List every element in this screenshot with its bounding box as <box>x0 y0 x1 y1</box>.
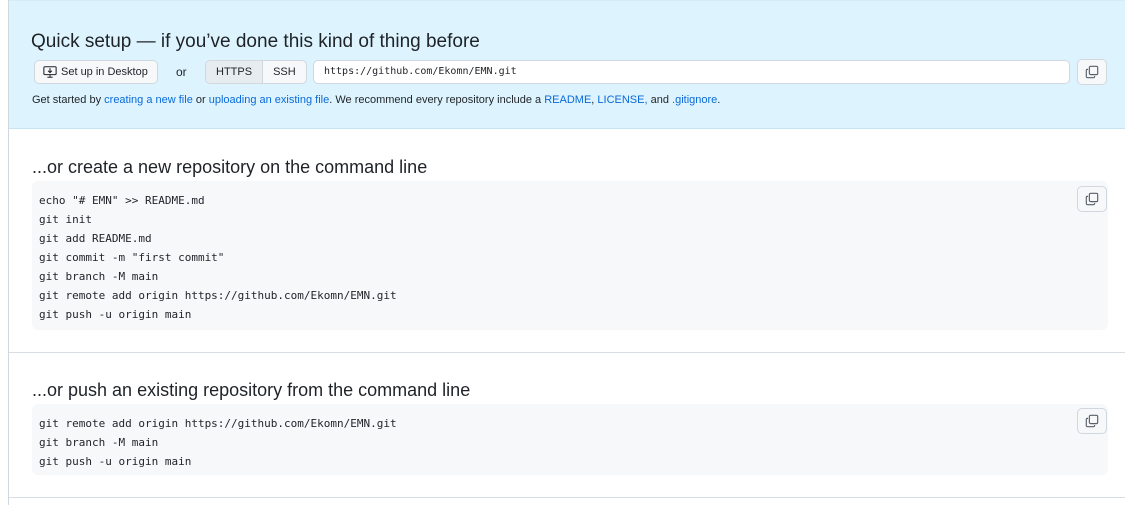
setup-in-desktop-label: Set up in Desktop <box>61 66 148 78</box>
or-separator: or <box>176 65 187 79</box>
get-started-prefix: Get started by <box>32 94 105 106</box>
https-toggle[interactable]: HTTPS <box>206 61 264 83</box>
section-divider <box>9 497 1125 498</box>
copy-icon <box>1085 65 1099 79</box>
section-divider <box>9 352 1125 353</box>
license-link[interactable]: LICENSE, <box>597 94 647 106</box>
quick-setup-box: Quick setup — if you’ve done this kind o… <box>9 0 1125 129</box>
new-repo-code-block: echo "# EMN" >> README.md git init git a… <box>32 181 1108 330</box>
gitignore-link[interactable]: .gitignore <box>672 94 717 106</box>
uploading-existing-file-link[interactable]: uploading an existing file <box>209 94 329 106</box>
clone-url-field[interactable]: https://github.com/Ekomn/EMN.git <box>313 60 1070 84</box>
copy-icon <box>1085 414 1099 428</box>
ssh-toggle[interactable]: SSH <box>263 61 306 83</box>
push-existing-title: ...or push an existing repository from t… <box>32 380 471 400</box>
desktop-download-icon <box>43 66 57 78</box>
copy-url-button[interactable] <box>1077 59 1107 85</box>
copy-new-repo-button[interactable] <box>1077 186 1107 212</box>
and-text: and <box>647 94 673 106</box>
readme-link[interactable]: README <box>544 94 591 106</box>
get-started-text: Get started by creating a new file or up… <box>32 94 720 106</box>
recommend-text: . We recommend every repository include … <box>329 94 545 106</box>
quick-setup-title: Quick setup — if you’ve done this kind o… <box>31 31 480 52</box>
period-text: . <box>717 94 721 106</box>
protocol-toggle: HTTPS SSH <box>205 60 307 84</box>
repo-setup-panel: Quick setup — if you’ve done this kind o… <box>8 0 1125 505</box>
push-existing-code[interactable]: git remote add origin https://github.com… <box>32 404 1108 481</box>
or-text: or <box>192 94 209 106</box>
copy-icon <box>1085 192 1099 206</box>
copy-push-existing-button[interactable] <box>1077 408 1107 434</box>
creating-new-file-link[interactable]: creating a new file <box>104 94 193 106</box>
new-repo-code[interactable]: echo "# EMN" >> README.md git init git a… <box>32 181 1108 334</box>
setup-in-desktop-button[interactable]: Set up in Desktop <box>34 60 158 84</box>
push-existing-code-block: git remote add origin https://github.com… <box>32 404 1108 475</box>
new-repo-title: ...or create a new repository on the com… <box>32 157 428 177</box>
